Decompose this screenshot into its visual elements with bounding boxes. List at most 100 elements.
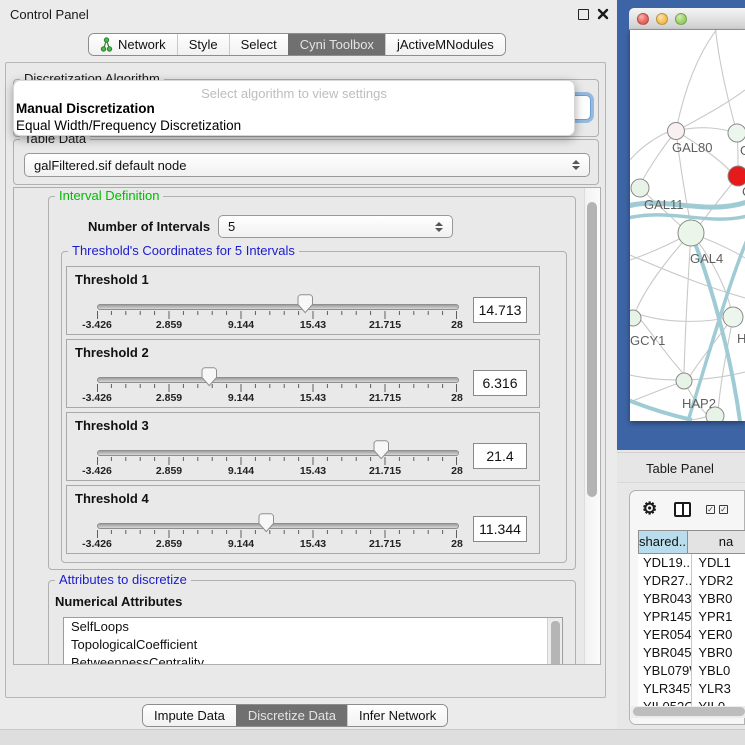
- network-node-H?[interactable]: [723, 307, 743, 327]
- tab-style[interactable]: Style: [177, 34, 229, 55]
- slider-track[interactable]: [97, 450, 459, 456]
- network-node-GAL11[interactable]: [631, 179, 649, 197]
- attribute-list-item[interactable]: BetweennessCentrality: [64, 654, 562, 665]
- slider-track[interactable]: [97, 377, 459, 383]
- network-edge-highlighted[interactable]: [630, 215, 745, 219]
- column-header-1[interactable]: shared...: [638, 530, 688, 554]
- table-row[interactable]: YBL079WYBL0: [638, 662, 745, 680]
- attribute-list-item[interactable]: TopologicalCoefficient: [64, 636, 562, 654]
- slider-tick-labels: -3.4262.8599.14415.4321.71528: [97, 465, 457, 478]
- control-panel-titlebar: Control Panel: [0, 0, 617, 28]
- network-graph[interactable]: GAL80GACGAL11GAL4GCY1HHAP2: [630, 30, 745, 421]
- table-cell: YDR2: [692, 572, 745, 590]
- tick-label: 28: [451, 392, 463, 404]
- network-edge[interactable]: [630, 381, 684, 402]
- tab-select[interactable]: Select: [229, 34, 288, 55]
- tick-label: 21.715: [369, 538, 401, 550]
- network-edge[interactable]: [676, 30, 720, 131]
- tab-network[interactable]: Network: [89, 34, 177, 55]
- slider-tick-labels: -3.4262.8599.14415.4321.71528: [97, 319, 457, 332]
- table-cell: YBR043C: [638, 590, 692, 608]
- tick-label: -3.426: [82, 392, 112, 404]
- table-row[interactable]: YDR27...YDR2: [638, 572, 745, 590]
- threshold-value-field[interactable]: 14.713: [473, 297, 527, 323]
- table-panel: ⚙ ✓ ✓ shared...na YDL19...YDL1YDR27...YD…: [629, 490, 745, 725]
- traffic-light-minimize-icon[interactable]: [656, 13, 668, 25]
- attributes-list-scrollbar[interactable]: [547, 618, 562, 665]
- split-columns-icon[interactable]: [674, 502, 691, 517]
- threshold-value-field[interactable]: 6.316: [473, 370, 527, 396]
- table-row[interactable]: YDL19...YDL1: [638, 554, 745, 572]
- table-hscrollbar-track[interactable]: [631, 706, 745, 718]
- column-header-2[interactable]: na: [688, 530, 745, 554]
- slider-handle[interactable]: [258, 513, 275, 533]
- slider-handle[interactable]: [297, 294, 314, 314]
- network-canvas[interactable]: GAL80GACGAL11GAL4GCY1HHAP2: [630, 30, 745, 421]
- network-node-red-node[interactable]: [728, 166, 745, 186]
- tick-label: 15.43: [300, 392, 326, 404]
- table-row[interactable]: YLR345WYLR3: [638, 680, 745, 698]
- traffic-light-close-icon[interactable]: [637, 13, 649, 25]
- control-panel-title: Control Panel: [10, 7, 89, 22]
- attributes-list-scroll-thumb[interactable]: [551, 621, 560, 665]
- network-node-label: GAL11: [644, 197, 684, 212]
- network-node-GAL4[interactable]: [678, 220, 704, 246]
- network-edge[interactable]: [642, 131, 676, 181]
- table-cell: YBL079W: [638, 662, 692, 680]
- tab-infer-network[interactable]: Infer Network: [347, 705, 447, 726]
- network-window-titlebar[interactable]: [629, 8, 745, 30]
- network-edge[interactable]: [630, 132, 668, 160]
- table-cell: YBR045C: [638, 644, 692, 662]
- network-edge[interactable]: [635, 313, 730, 321]
- attributes-listbox[interactable]: SelfLoopsTopologicalCoefficientBetweenne…: [63, 617, 563, 665]
- node-table-header: shared...na: [638, 530, 745, 554]
- tab-label: Cyni Toolbox: [300, 37, 374, 52]
- network-edge[interactable]: [635, 233, 691, 313]
- algorithm-popup-item[interactable]: Manual Discretization: [16, 101, 155, 116]
- table-hscrollbar-thumb[interactable]: [633, 707, 745, 716]
- table-data-selected-value: galFiltered.sif default node: [34, 158, 186, 173]
- network-node-GAL80[interactable]: [668, 123, 685, 140]
- threshold-value-field[interactable]: 11.344: [473, 516, 527, 542]
- algorithm-popup-item[interactable]: Equal Width/Frequency Discretization: [16, 118, 241, 133]
- table-row[interactable]: YBR043CYBR0: [638, 590, 745, 608]
- algorithm-popup-hint: Select algorithm to view settings: [14, 86, 574, 101]
- tab-cyni-toolbox[interactable]: Cyni Toolbox: [288, 34, 385, 55]
- slider-track[interactable]: [97, 304, 459, 310]
- tab-label: Style: [189, 37, 218, 52]
- network-node-GCY1[interactable]: [630, 310, 641, 326]
- table-row[interactable]: YER054CYER0: [638, 626, 745, 644]
- table-cell: YDL1: [692, 554, 745, 572]
- table-row[interactable]: YBR045CYBR0: [638, 644, 745, 662]
- slider-handle[interactable]: [201, 367, 218, 387]
- tab-discretize-data[interactable]: Discretize Data: [236, 705, 347, 726]
- tab-jactivemnodules[interactable]: jActiveMNodules: [385, 34, 505, 55]
- table-panel-header: Table Panel: [617, 452, 745, 483]
- network-edge[interactable]: [715, 30, 737, 133]
- threshold-box: Threshold 3-3.4262.8599.14415.4321.71528…: [66, 412, 540, 481]
- network-node-HAP2[interactable]: [676, 373, 692, 389]
- traffic-light-zoom-icon[interactable]: [675, 13, 687, 25]
- gear-icon[interactable]: ⚙: [642, 499, 657, 519]
- attribute-list-item[interactable]: SelfLoops: [64, 618, 562, 636]
- close-panel-icon[interactable]: [597, 8, 609, 20]
- checkbox-icon[interactable]: ✓: [706, 505, 715, 514]
- network-node-GAL?[interactable]: [728, 124, 745, 142]
- network-node-label: H: [737, 331, 745, 346]
- threshold-value-field[interactable]: 21.4: [473, 443, 527, 469]
- table-row[interactable]: YPR145WYPR1: [638, 608, 745, 626]
- footer-strip: [0, 729, 745, 745]
- tab-label: Impute Data: [154, 708, 225, 723]
- thresholds-group: Threshold's Coordinates for 5 Intervals …: [61, 251, 567, 563]
- tab-impute-data[interactable]: Impute Data: [143, 705, 236, 726]
- num-intervals-combobox[interactable]: 5: [218, 215, 453, 238]
- settings-scrollbar-thumb[interactable]: [587, 202, 597, 497]
- network-node-bottom-node[interactable]: [706, 407, 724, 421]
- table-data-combobox[interactable]: galFiltered.sif default node: [24, 153, 590, 177]
- network-edge[interactable]: [684, 90, 745, 127]
- table-cell: YBR0: [692, 590, 745, 608]
- float-panel-icon[interactable]: [578, 9, 589, 20]
- checkbox-icon[interactable]: ✓: [719, 505, 728, 514]
- slider-handle[interactable]: [373, 440, 390, 460]
- slider-track[interactable]: [97, 523, 459, 529]
